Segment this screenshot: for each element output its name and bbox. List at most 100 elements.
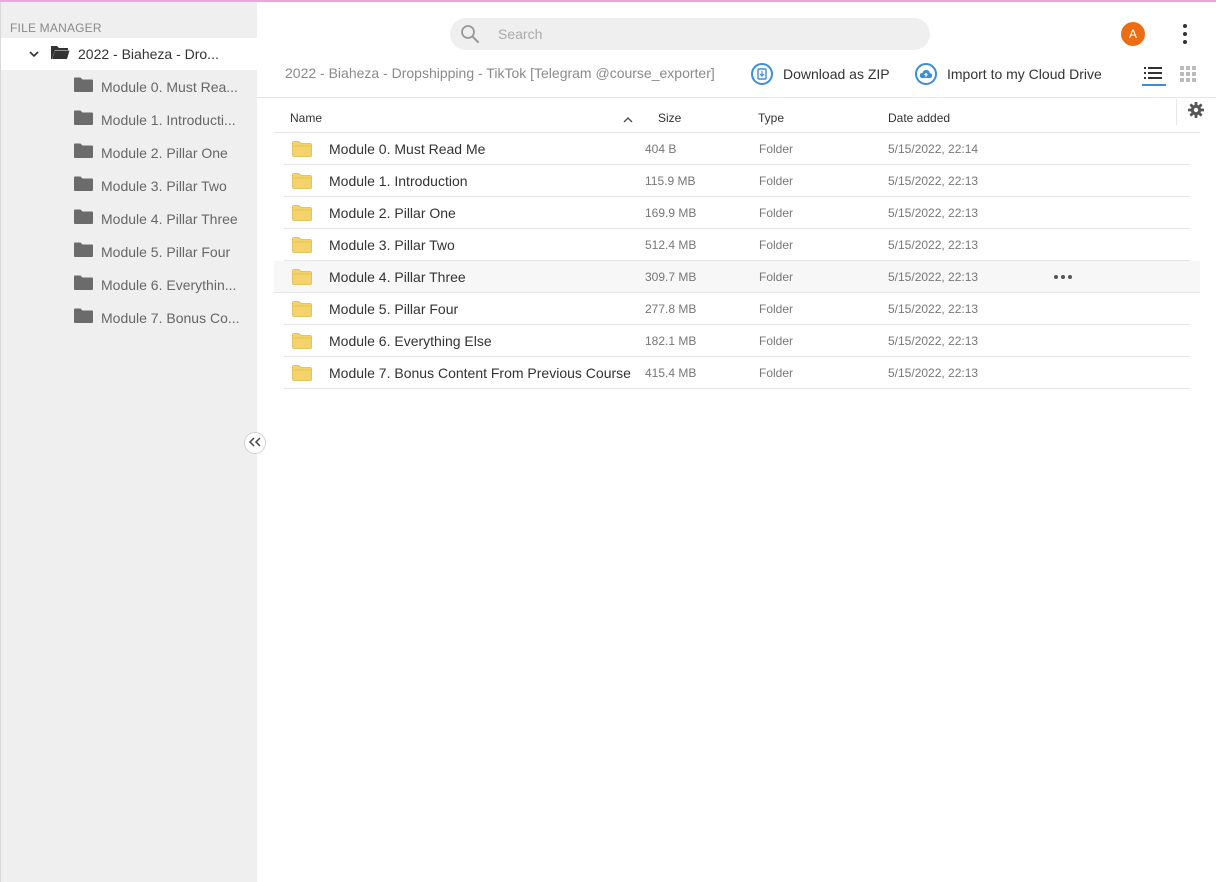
import-cloud-drive-button[interactable]: Import to my Cloud Drive	[915, 62, 1102, 86]
folder-icon	[292, 141, 312, 162]
row-date: 5/15/2022, 22:14	[888, 142, 979, 156]
folder-icon	[292, 237, 312, 258]
list-view-button[interactable]	[1142, 64, 1166, 86]
row-date: 5/15/2022, 22:13	[888, 206, 979, 220]
row-date: 5/15/2022, 22:13	[888, 174, 979, 188]
row-type: Folder	[759, 302, 794, 316]
sidebar: FILE MANAGER 2022 - Biaheza - Dro... Mod…	[0, 2, 258, 882]
row-type: Folder	[759, 334, 794, 348]
tree-root-folder[interactable]: 2022 - Biaheza - Dro...	[1, 38, 258, 70]
folder-icon	[292, 301, 312, 322]
row-type: Folder	[759, 366, 794, 380]
sidebar-title: FILE MANAGER	[10, 21, 102, 35]
column-header-name[interactable]: Name	[290, 111, 322, 125]
table-row[interactable]: Module 0. Must Read Me 404 B Folder 5/15…	[284, 133, 1190, 165]
folder-icon	[74, 242, 93, 262]
sidebar-item-module-6[interactable]: Module 6. Everythin...	[1, 270, 258, 300]
row-name: Module 7. Bonus Content From Previous Co…	[329, 365, 631, 381]
row-date: 5/15/2022, 22:13	[888, 302, 979, 316]
table-row[interactable]: Module 2. Pillar One 169.9 MB Folder 5/1…	[284, 197, 1190, 229]
sidebar-item-label: Module 5. Pillar Four	[101, 244, 231, 260]
folder-icon	[74, 308, 93, 328]
search-icon	[460, 24, 480, 44]
folder-icon	[292, 205, 312, 226]
column-header-date[interactable]: Date added	[888, 111, 950, 125]
folder-icon	[292, 333, 312, 354]
more-horizontal-icon[interactable]	[1054, 275, 1072, 279]
table-row[interactable]: Module 5. Pillar Four 277.8 MB Folder 5/…	[284, 293, 1190, 325]
row-type: Folder	[759, 238, 794, 252]
table-row[interactable]: Module 6. Everything Else 182.1 MB Folde…	[284, 325, 1190, 357]
sidebar-item-module-5[interactable]: Module 5. Pillar Four	[1, 237, 258, 267]
active-view-indicator	[1142, 84, 1166, 86]
folder-icon	[74, 77, 93, 97]
sidebar-item-module-3[interactable]: Module 3. Pillar Two	[1, 171, 258, 201]
folder-icon	[292, 173, 312, 194]
row-date: 5/15/2022, 22:13	[888, 238, 979, 252]
folder-icon	[74, 176, 93, 196]
double-chevron-left-icon	[248, 436, 261, 450]
row-size: 309.7 MB	[645, 270, 697, 284]
row-type: Folder	[759, 206, 794, 220]
chevron-down-icon[interactable]	[28, 48, 40, 60]
row-type: Folder	[759, 174, 794, 188]
sidebar-item-module-4[interactable]: Module 4. Pillar Three	[1, 204, 258, 234]
row-size: 404 B	[645, 142, 677, 156]
row-size: 415.4 MB	[645, 366, 697, 380]
sort-ascending-icon[interactable]	[623, 112, 633, 123]
header-divider	[257, 97, 1216, 98]
sidebar-item-module-7[interactable]: Module 7. Bonus Co...	[1, 303, 258, 333]
sidebar-item-label: Module 0. Must Rea...	[101, 79, 238, 95]
folder-icon	[292, 365, 312, 386]
column-header-type[interactable]: Type	[758, 111, 784, 125]
row-name: Module 2. Pillar One	[329, 205, 456, 221]
row-type: Folder	[759, 142, 794, 156]
grid-view-button[interactable]	[1180, 66, 1196, 82]
row-size: 277.8 MB	[645, 302, 697, 316]
folder-open-icon	[50, 44, 70, 65]
table-row[interactable]: Module 7. Bonus Content From Previous Co…	[284, 357, 1190, 389]
sidebar-item-module-1[interactable]: Module 1. Introducti...	[1, 105, 258, 135]
sidebar-item-module-2[interactable]: Module 2. Pillar One	[1, 138, 258, 168]
cloud-upload-icon	[915, 63, 937, 85]
kebab-menu-icon[interactable]	[1176, 24, 1194, 44]
row-name: Module 0. Must Read Me	[329, 141, 486, 157]
download-zip-icon	[751, 63, 773, 85]
grid-view-icon	[1180, 66, 1196, 86]
breadcrumb: 2022 - Biaheza - Dropshipping - TikTok […	[285, 65, 715, 81]
sidebar-item-label: Module 6. Everythin...	[101, 277, 237, 293]
search-input[interactable]	[498, 26, 898, 42]
folder-icon	[74, 143, 93, 163]
avatar[interactable]: A	[1121, 22, 1145, 46]
table-header: Name Size Type Date added	[274, 102, 1200, 133]
download-zip-button[interactable]: Download as ZIP	[751, 62, 890, 86]
table-row-hovered[interactable]: Module 4. Pillar Three 309.7 MB Folder 5…	[274, 261, 1200, 293]
sidebar-item-module-0[interactable]: Module 0. Must Rea...	[1, 72, 258, 102]
column-header-size[interactable]: Size	[658, 111, 681, 125]
table-row[interactable]: Module 3. Pillar Two 512.4 MB Folder 5/1…	[284, 229, 1190, 261]
folder-icon	[74, 275, 93, 295]
sidebar-item-label: Module 4. Pillar Three	[101, 211, 238, 227]
row-date: 5/15/2022, 22:13	[888, 334, 979, 348]
row-name: Module 4. Pillar Three	[329, 269, 466, 285]
sidebar-item-label: Module 7. Bonus Co...	[101, 310, 240, 326]
folder-icon	[292, 269, 312, 290]
row-date: 5/15/2022, 22:13	[888, 270, 979, 284]
row-date: 5/15/2022, 22:13	[888, 366, 979, 380]
download-zip-label: Download as ZIP	[783, 66, 890, 82]
row-size: 182.1 MB	[645, 334, 697, 348]
table-row[interactable]: Module 1. Introduction 115.9 MB Folder 5…	[284, 165, 1190, 197]
sidebar-item-label: Module 2. Pillar One	[101, 145, 228, 161]
collapse-sidebar-button[interactable]	[244, 432, 266, 454]
row-size: 169.9 MB	[645, 206, 697, 220]
import-cloud-drive-label: Import to my Cloud Drive	[947, 66, 1102, 82]
row-size: 512.4 MB	[645, 238, 697, 252]
sidebar-item-label: Module 3. Pillar Two	[101, 178, 227, 194]
folder-icon	[74, 209, 93, 229]
row-size: 115.9 MB	[645, 174, 696, 188]
folder-icon	[74, 110, 93, 130]
row-name: Module 3. Pillar Two	[329, 237, 455, 253]
search-bar[interactable]	[450, 18, 930, 50]
file-table: Name Size Type Date added Module 0. Must…	[274, 102, 1200, 389]
row-name: Module 5. Pillar Four	[329, 301, 459, 317]
